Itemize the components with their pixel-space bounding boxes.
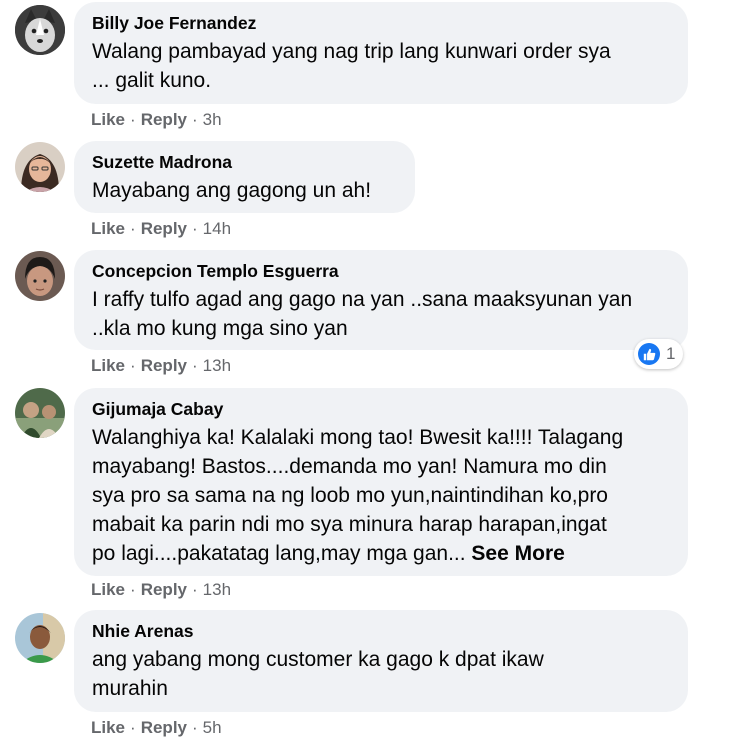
comment-timestamp[interactable]: 13h xyxy=(203,356,231,376)
reply-link[interactable]: Reply xyxy=(141,718,187,738)
comment-actions: Like · Reply · 13h xyxy=(91,356,231,376)
separator-dot: · xyxy=(192,219,198,238)
avatar[interactable] xyxy=(15,142,65,192)
comment-bubble: Nhie Arenas ang yabang mong customer ka … xyxy=(74,610,688,712)
reaction-count: 1 xyxy=(666,344,676,363)
comment-bubble: Suzette Madrona Mayabang ang gagong un a… xyxy=(74,141,415,213)
avatar[interactable] xyxy=(15,5,65,55)
like-link[interactable]: Like xyxy=(91,718,125,738)
comment-timestamp[interactable]: 14h xyxy=(203,219,231,239)
separator-dot: · xyxy=(192,718,198,737)
comment-author[interactable]: Gijumaja Cabay xyxy=(92,398,672,420)
husky-avatar-image xyxy=(15,5,65,55)
comment-text-line: ..kla mo kung mga sino yan xyxy=(92,317,348,340)
comment-text-line: Mayabang ang gagong un ah! xyxy=(92,179,372,202)
comment-text-line: sya pro sa sama na ng loob mo yun,nainti… xyxy=(92,484,608,507)
comment-timestamp[interactable]: 13h xyxy=(203,580,231,600)
comment-author[interactable]: Suzette Madrona xyxy=(92,151,399,173)
avatar[interactable] xyxy=(15,388,65,438)
reaction-summary[interactable]: 1 xyxy=(634,339,684,369)
see-more-link[interactable]: See More xyxy=(471,542,564,565)
separator-dot: · xyxy=(130,219,136,238)
avatar[interactable] xyxy=(15,613,65,663)
comment-bubble: Gijumaja Cabay Walanghiya ka! Kalalaki m… xyxy=(74,388,688,576)
like-link[interactable]: Like xyxy=(91,356,125,376)
comment-text-line: Walanghiya ka! Kalalaki mong tao! Bwesit… xyxy=(92,426,624,449)
comment-text-line: I raffy tulfo agad ang gago na yan ..san… xyxy=(92,288,633,311)
person-avatar-image xyxy=(15,142,65,192)
comment-text-line: murahin xyxy=(92,677,168,700)
comment-author[interactable]: Nhie Arenas xyxy=(92,620,672,642)
person-avatar-image xyxy=(15,251,65,301)
separator-dot: · xyxy=(130,356,136,375)
like-link[interactable]: Like xyxy=(91,110,125,130)
like-link[interactable]: Like xyxy=(91,219,125,239)
reply-link[interactable]: Reply xyxy=(141,356,187,376)
comment-text-line: ... galit kuno. xyxy=(92,69,212,92)
thumbs-up-icon xyxy=(638,343,660,365)
comment-author[interactable]: Billy Joe Fernandez xyxy=(92,12,672,34)
separator-dot: · xyxy=(130,718,136,737)
separator-dot: · xyxy=(130,110,136,129)
comment-actions: Like · Reply · 3h xyxy=(91,110,222,130)
comment-author[interactable]: Concepcion Templo Esguerra xyxy=(92,260,672,282)
comment-actions: Like · Reply · 14h xyxy=(91,219,231,239)
comment-text-line: ang yabang mong customer ka gago k dpat … xyxy=(92,648,544,671)
avatar[interactable] xyxy=(15,251,65,301)
person-avatar-image xyxy=(15,613,65,663)
comment-timestamp[interactable]: 3h xyxy=(203,110,222,130)
comment-actions: Like · Reply · 13h xyxy=(91,580,231,600)
person-avatar-image xyxy=(15,388,65,438)
reply-link[interactable]: Reply xyxy=(141,219,187,239)
reply-link[interactable]: Reply xyxy=(141,110,187,130)
separator-dot: · xyxy=(192,580,198,599)
comment-bubble: Concepcion Templo Esguerra I raffy tulfo… xyxy=(74,250,688,350)
separator-dot: · xyxy=(192,356,198,375)
separator-dot: · xyxy=(192,110,198,129)
comment-text-line: mayabang! Bastos....demanda mo yan! Namu… xyxy=(92,455,607,478)
comment-timestamp[interactable]: 5h xyxy=(203,718,222,738)
comment-text-line: mabait ka parin ndi mo sya minura harap … xyxy=(92,513,607,536)
separator-dot: · xyxy=(130,580,136,599)
comment-text-fragment: po lagi....pakatatag lang,may mga gan... xyxy=(92,542,466,565)
comment-bubble: Billy Joe Fernandez Walang pambayad yang… xyxy=(74,2,688,104)
reply-link[interactable]: Reply xyxy=(141,580,187,600)
comment-text-line: Walang pambayad yang nag trip lang kunwa… xyxy=(92,40,611,63)
comment-actions: Like · Reply · 5h xyxy=(91,718,222,738)
comment-text-line-last: po lagi....pakatatag lang,may mga gan...… xyxy=(92,539,672,568)
like-link[interactable]: Like xyxy=(91,580,125,600)
